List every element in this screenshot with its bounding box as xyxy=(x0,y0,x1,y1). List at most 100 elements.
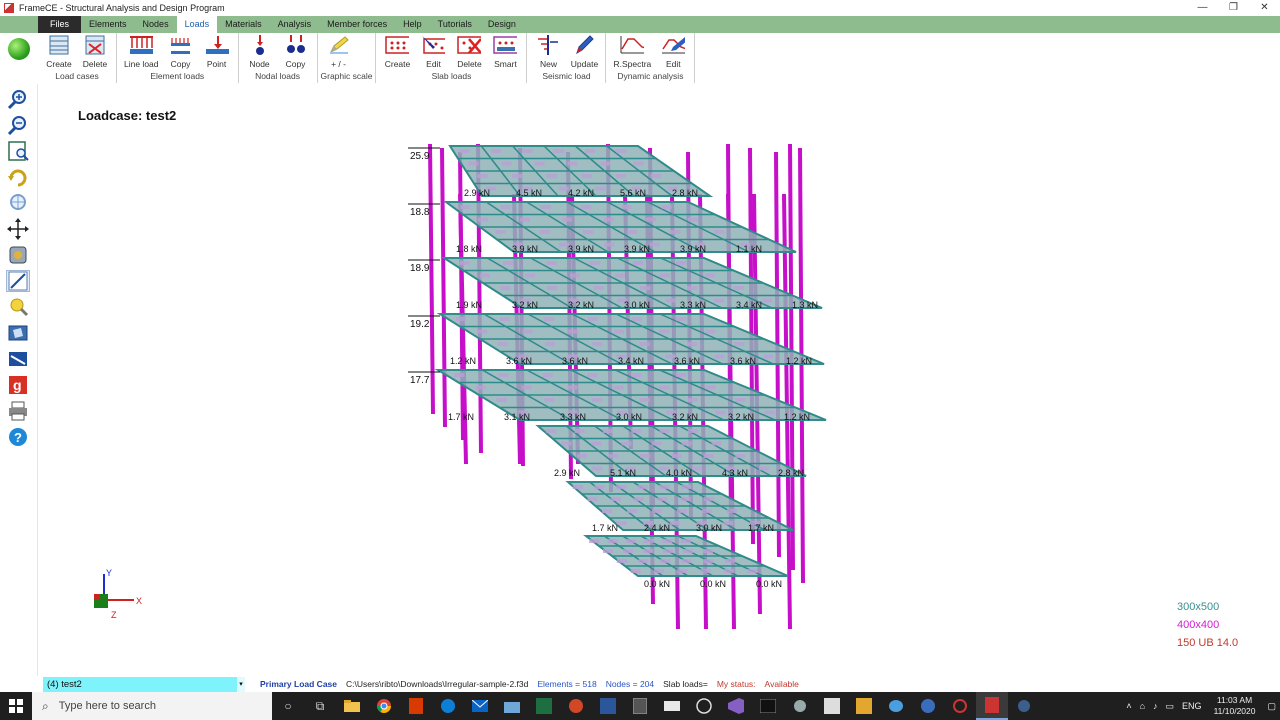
r-icon[interactable] xyxy=(912,692,944,720)
zoom-out-icon[interactable] xyxy=(6,114,30,136)
pan-icon[interactable] xyxy=(6,218,30,240)
response-spectra-button[interactable]: R.Spectra xyxy=(609,33,655,71)
word-icon[interactable] xyxy=(592,692,624,720)
chat-icon[interactable] xyxy=(880,692,912,720)
draw-icon[interactable] xyxy=(6,270,30,292)
visual-studio-icon[interactable] xyxy=(720,692,752,720)
terminal-icon[interactable] xyxy=(752,692,784,720)
tool-icon[interactable] xyxy=(784,692,816,720)
light-icon[interactable] xyxy=(6,296,30,318)
edge-icon[interactable] xyxy=(432,692,464,720)
task-view-icon[interactable]: ⧉ xyxy=(304,692,336,720)
zoom-in-icon[interactable] xyxy=(6,88,30,110)
chevron-down-icon[interactable]: ▾ xyxy=(237,676,245,692)
slab-load-patch xyxy=(703,454,714,458)
level-label: 19.2 xyxy=(410,319,430,330)
rotate-icon[interactable] xyxy=(6,166,30,188)
slab-load-patch xyxy=(587,373,598,377)
seismic-update-button[interactable]: Update xyxy=(566,33,602,71)
copy-line-load-button[interactable]: Copy xyxy=(163,33,199,71)
volume-icon[interactable]: ♪ xyxy=(1149,701,1162,711)
slab-load-patch xyxy=(476,329,487,334)
vpn-icon[interactable] xyxy=(1008,692,1040,720)
powerpoint-icon[interactable] xyxy=(560,692,592,720)
help-icon[interactable]: ? xyxy=(6,426,30,448)
framece-taskbar-icon[interactable] xyxy=(976,692,1008,720)
slab-load-patch xyxy=(640,454,651,458)
file-explorer-icon[interactable] xyxy=(336,692,368,720)
menu-nodes[interactable]: Nodes xyxy=(135,16,177,33)
slab-load-patch xyxy=(616,149,627,153)
line-load-icon xyxy=(129,34,154,56)
store-icon[interactable] xyxy=(496,692,528,720)
menu-loads[interactable]: Loads xyxy=(176,16,218,33)
office-icon[interactable] xyxy=(400,692,432,720)
menu-member-forces[interactable]: Member forces xyxy=(319,16,395,33)
menu-elements[interactable]: Elements xyxy=(81,16,135,33)
slab-load-patch xyxy=(725,559,736,563)
print-icon[interactable] xyxy=(6,400,30,422)
settings-icon[interactable] xyxy=(6,244,30,266)
line-load-button[interactable]: Line load xyxy=(120,33,163,71)
mathcad-icon[interactable] xyxy=(848,692,880,720)
seismic-new-button[interactable]: New xyxy=(530,33,566,71)
menu-tutorials[interactable]: Tutorials xyxy=(430,16,480,33)
clock[interactable]: 11:03 AM 11/10/2020 xyxy=(1206,695,1264,717)
calculator-icon[interactable] xyxy=(624,692,656,720)
delete-loadcase-button[interactable]: Delete xyxy=(77,33,113,71)
chevron-up-icon[interactable]: ˄ xyxy=(1122,701,1135,711)
copy-node-load-button[interactable]: Copy xyxy=(278,33,314,71)
language-indicator[interactable]: ENG xyxy=(1178,701,1206,711)
spectra-edit-button[interactable]: Edit xyxy=(655,33,691,71)
maximize-button[interactable]: ❐ xyxy=(1218,0,1249,16)
onedrive-icon[interactable] xyxy=(656,692,688,720)
menu-files[interactable]: Files xyxy=(38,16,82,33)
slab-load-patch xyxy=(660,273,670,278)
screen-icon[interactable] xyxy=(6,348,30,370)
menu-help[interactable]: Help xyxy=(395,16,430,33)
group-label: Load cases xyxy=(55,71,99,81)
chrome-icon[interactable] xyxy=(368,692,400,720)
loadcase-select[interactable]: (4) test2 ▾ xyxy=(43,676,245,692)
slab-load-patch xyxy=(574,429,585,433)
windows-start-icon[interactable] xyxy=(0,692,32,720)
menu-analysis[interactable]: Analysis xyxy=(270,16,320,33)
minimize-button[interactable]: — xyxy=(1187,0,1218,16)
node-load-label: 1.2 kN xyxy=(450,356,476,366)
structure-3d-model[interactable]: 25.9 18.8 18.9 19.2 17.7 2.9 kN 4.5 kN 4.2 kN 5.… xyxy=(38,84,1280,676)
slab-load-patch xyxy=(687,398,698,402)
close-button[interactable]: ✕ xyxy=(1249,0,1280,16)
node-load-label: 3.6 kN xyxy=(730,356,756,366)
slab-smart-button[interactable]: Smart xyxy=(487,33,523,71)
google-icon[interactable]: g xyxy=(6,374,30,396)
mail-icon[interactable] xyxy=(464,692,496,720)
3d-view-icon[interactable] xyxy=(6,322,30,344)
github-icon[interactable] xyxy=(688,692,720,720)
menu-design[interactable]: Design xyxy=(480,16,524,33)
battery-icon[interactable]: ▭ xyxy=(1162,701,1179,712)
slab-edit-button[interactable]: Edit xyxy=(415,33,451,71)
slab-load-patch xyxy=(496,398,507,402)
slab-load-patch xyxy=(491,149,501,153)
network-icon[interactable]: ⌂ xyxy=(1136,701,1149,711)
node-load-button[interactable]: Node xyxy=(242,33,278,71)
snip-icon[interactable] xyxy=(944,692,976,720)
app-tile-icon[interactable] xyxy=(816,692,848,720)
slab-delete-button[interactable]: Delete xyxy=(451,33,487,71)
graphic-scale-button[interactable]: + / - xyxy=(321,33,357,71)
zoom-extents-icon[interactable] xyxy=(6,140,30,162)
create-loadcase-button[interactable]: Create xyxy=(41,33,77,71)
point-load-button[interactable]: Point xyxy=(199,33,235,71)
node-load-label: 3.3 kN xyxy=(560,412,586,422)
notifications-icon[interactable]: ▢ xyxy=(1263,701,1280,712)
slab-load-patch xyxy=(626,230,637,234)
cortana-icon[interactable]: ○ xyxy=(272,692,304,720)
slab-load-patch xyxy=(600,161,611,166)
zoom-window-icon[interactable] xyxy=(6,192,30,214)
slab-load-patch xyxy=(604,217,614,222)
taskbar-search[interactable]: ⌕ Type here to search xyxy=(32,692,272,720)
menu-materials[interactable]: Materials xyxy=(217,16,270,33)
model-canvas[interactable]: Loadcase: test2 25.9 18.8 18.9 19.2 17.7 2.9 … xyxy=(38,84,1280,676)
slab-create-button[interactable]: Create xyxy=(379,33,415,71)
excel-icon[interactable] xyxy=(528,692,560,720)
